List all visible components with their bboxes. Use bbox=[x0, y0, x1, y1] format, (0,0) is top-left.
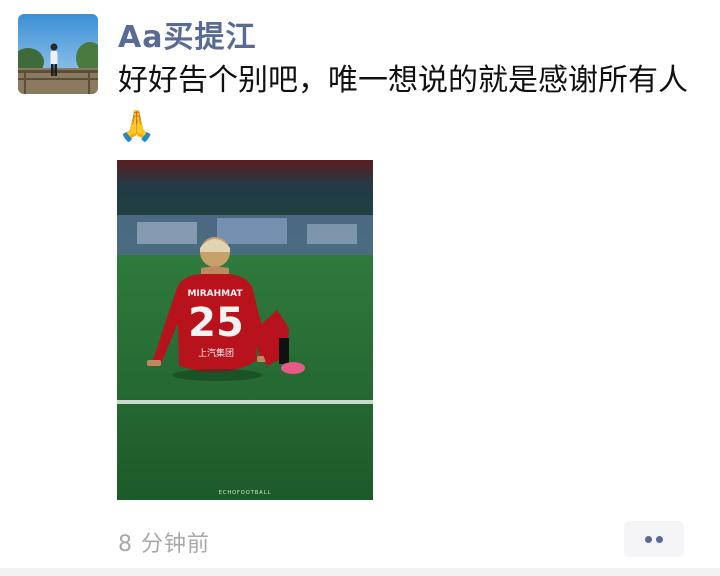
more-actions-button[interactable] bbox=[624, 521, 684, 557]
post-time: 8 分钟前 bbox=[118, 532, 210, 557]
more-dots-icon bbox=[656, 535, 663, 543]
post-photo[interactable]: MIRAHMAT 25 上汽集团 ECHOFOOTBALL bbox=[117, 160, 373, 500]
author-name[interactable]: Aa买提江 bbox=[118, 12, 256, 56]
divider bbox=[0, 568, 720, 576]
author-avatar[interactable] bbox=[18, 14, 98, 94]
jersey-number: 25 bbox=[188, 300, 244, 346]
avatar-image bbox=[18, 14, 98, 94]
jersey-name: MIRAHMAT bbox=[187, 289, 243, 299]
post-text: 好好告个别吧，唯一想说的就是感谢所有人🙏 bbox=[118, 63, 688, 144]
jersey-sponsor: 上汽集团 bbox=[198, 347, 234, 359]
football-player-image: MIRAHMAT 25 上汽集团 ECHOFOOTBALL bbox=[117, 160, 373, 500]
photo-watermark: ECHOFOOTBALL bbox=[219, 490, 272, 496]
more-dots-icon bbox=[645, 535, 652, 543]
